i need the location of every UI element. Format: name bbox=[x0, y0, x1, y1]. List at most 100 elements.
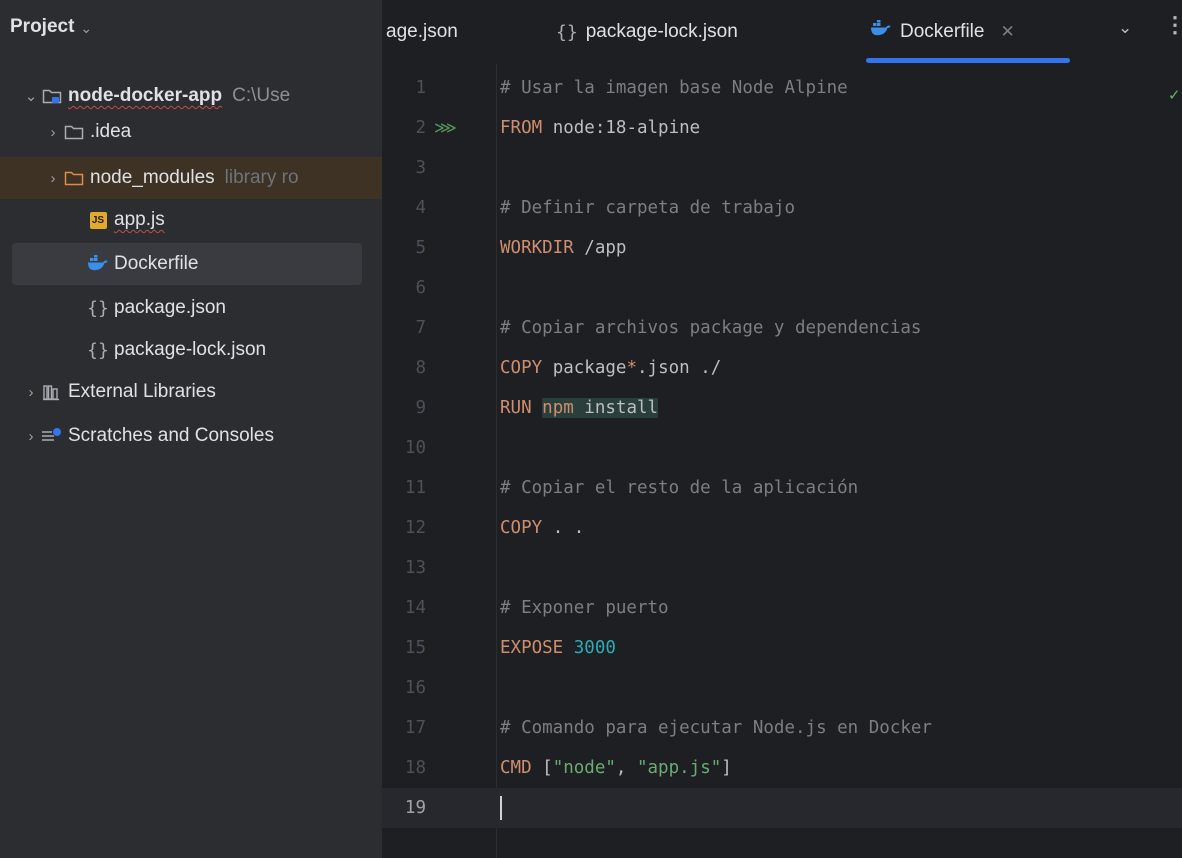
code-line[interactable]: 11 # Copiar el resto de la aplicación bbox=[382, 468, 1182, 508]
json-icon: {} bbox=[556, 21, 578, 43]
code-editor[interactable]: 1 # Usar la imagen base Node Alpine 2 ⋙ FROM… bbox=[382, 64, 1182, 858]
code-token: # Comando para ejecutar Node.js en Docke… bbox=[500, 718, 932, 738]
tree-item-package-json[interactable]: {} package.json bbox=[0, 287, 382, 329]
code-token: node:18-alpine bbox=[542, 118, 701, 138]
code-token: COPY bbox=[500, 358, 543, 378]
tab-dockerfile[interactable]: Dockerfile ✕ bbox=[870, 0, 1015, 64]
code-token: # Exponer puerto bbox=[500, 598, 669, 618]
code-text: # Comando para ejecutar Node.js en Docke… bbox=[500, 708, 932, 748]
line-number: 14 bbox=[404, 598, 426, 618]
code-line[interactable]: 13 bbox=[382, 548, 1182, 588]
line-number: 6 bbox=[415, 278, 426, 298]
code-line[interactable]: 12 COPY . . bbox=[382, 508, 1182, 548]
line-number: 3 bbox=[415, 158, 426, 178]
code-token: "node" bbox=[552, 758, 616, 778]
tab-label: package-lock.json bbox=[585, 21, 738, 42]
code-line[interactable]: 16 bbox=[382, 668, 1182, 708]
chevron-down-icon: ⌄ bbox=[80, 19, 93, 36]
module-icon bbox=[40, 84, 64, 108]
folder-icon bbox=[62, 120, 86, 144]
code-text: EXPOSE 3000 bbox=[500, 628, 616, 668]
line-number: 19 bbox=[404, 798, 426, 818]
project-view-selector[interactable]: Project ⌄ bbox=[10, 12, 92, 42]
code-line[interactable]: 19 bbox=[382, 788, 1182, 828]
close-icon[interactable]: ✕ bbox=[1000, 22, 1014, 42]
code-token: package bbox=[542, 358, 627, 378]
chevron-right-icon[interactable]: › bbox=[22, 384, 40, 401]
code-line[interactable]: 6 bbox=[382, 268, 1182, 308]
tree-item-app-js[interactable]: JS app.js bbox=[0, 199, 382, 241]
code-text: # Exponer puerto bbox=[500, 588, 669, 628]
tree-item-node-modules[interactable]: › node_modules library ro bbox=[0, 157, 382, 199]
library-icon bbox=[40, 380, 64, 404]
tree-item-label: Dockerfile bbox=[114, 253, 199, 274]
tree-item-dockerfile[interactable]: Dockerfile bbox=[12, 243, 362, 285]
code-token: # Definir carpeta de trabajo bbox=[500, 198, 796, 218]
code-token: , bbox=[615, 758, 637, 778]
chevron-down-icon[interactable]: ⌄ bbox=[1118, 18, 1132, 38]
code-line[interactable]: 10 bbox=[382, 428, 1182, 468]
tree-item-idea[interactable]: › .idea bbox=[0, 111, 382, 153]
more-vertical-icon[interactable]: ⋮ bbox=[1164, 12, 1182, 38]
json-icon: {} bbox=[87, 339, 109, 361]
code-text: FROM node:18-alpine bbox=[500, 108, 700, 148]
code-line[interactable]: 17 # Comando para ejecutar Node.js en Doc… bbox=[382, 708, 1182, 748]
code-token: # Usar la imagen base Node Alpine bbox=[500, 78, 848, 98]
root-folder-path: C:\Use bbox=[232, 85, 291, 106]
code-line[interactable]: 4 # Definir carpeta de trabajo bbox=[382, 188, 1182, 228]
check-icon[interactable]: ✓ bbox=[1168, 86, 1181, 104]
chevron-right-icon[interactable]: › bbox=[22, 428, 40, 445]
line-number: 4 bbox=[415, 198, 426, 218]
code-line[interactable]: 7 # Copiar archivos package y dependencia… bbox=[382, 308, 1182, 348]
chevron-down-icon[interactable]: ⌄ bbox=[22, 87, 40, 105]
line-number: 10 bbox=[404, 438, 426, 458]
code-line[interactable]: 15 EXPOSE 3000 bbox=[382, 628, 1182, 668]
code-token: .json ./ bbox=[637, 358, 722, 378]
code-text: # Usar la imagen base Node Alpine bbox=[500, 68, 848, 108]
tree-item-scratches[interactable]: › Scratches and Consoles bbox=[0, 415, 382, 457]
code-text bbox=[500, 788, 502, 828]
tree-item-label: .idea bbox=[90, 121, 132, 142]
code-line[interactable]: 3 bbox=[382, 148, 1182, 188]
code-line[interactable]: 9 RUN npm install bbox=[382, 388, 1182, 428]
run-icon[interactable]: ⋙ bbox=[434, 118, 457, 137]
code-line[interactable]: 1 # Usar la imagen base Node Alpine bbox=[382, 68, 1182, 108]
chevron-right-icon[interactable]: › bbox=[44, 124, 62, 141]
folder-icon bbox=[62, 166, 86, 190]
code-text: # Definir carpeta de trabajo bbox=[500, 188, 795, 228]
tab-package-lock-json[interactable]: {} package-lock.json bbox=[556, 0, 738, 64]
code-line[interactable]: 14 # Exponer puerto bbox=[382, 588, 1182, 628]
tab-package-json[interactable]: age.json bbox=[386, 0, 458, 64]
line-number: 7 bbox=[415, 318, 426, 338]
json-icon: {} bbox=[87, 297, 109, 319]
tree-item-package-lock-json[interactable]: {} package-lock.json bbox=[0, 329, 382, 371]
code-text: COPY package*.json ./ bbox=[500, 348, 721, 388]
line-number: 12 bbox=[404, 518, 426, 538]
tree-item-external-libraries[interactable]: › External Libraries bbox=[0, 371, 382, 413]
code-token: RUN bbox=[500, 398, 532, 418]
tree-item-label: External Libraries bbox=[68, 381, 216, 402]
code-text: # Copiar archivos package y dependencias bbox=[500, 308, 921, 348]
code-token: FROM bbox=[500, 118, 543, 138]
code-line[interactable]: 5 WORKDIR /app bbox=[382, 228, 1182, 268]
chevron-right-icon[interactable]: › bbox=[44, 170, 62, 187]
line-number: 17 bbox=[404, 718, 426, 738]
line-number: 18 bbox=[404, 758, 426, 778]
js-file-icon: JS bbox=[86, 208, 110, 232]
project-sidebar: Project ⌄ ⌄ node-docker-app C:\Use › .id… bbox=[0, 0, 382, 858]
editor-tab-bar: age.json {} package-lock.json Dockerfile… bbox=[382, 0, 1182, 64]
code-text: COPY . . bbox=[500, 508, 584, 548]
code-line[interactable]: 8 COPY package*.json ./ bbox=[382, 348, 1182, 388]
tree-item-label: app.js bbox=[114, 209, 165, 230]
line-number: 9 bbox=[415, 398, 426, 418]
code-token: # Copiar archivos package y dependencias bbox=[500, 318, 922, 338]
active-tab-indicator bbox=[866, 58, 1070, 63]
text-caret bbox=[500, 796, 502, 820]
code-token: # Copiar el resto de la aplicación bbox=[500, 478, 859, 498]
line-number: 5 bbox=[415, 238, 426, 258]
code-line[interactable]: 18 CMD ["node", "app.js"] bbox=[382, 748, 1182, 788]
code-line[interactable]: 2 ⋙ FROM node:18-alpine bbox=[382, 108, 1182, 148]
tree-item-label: package.json bbox=[114, 297, 226, 318]
